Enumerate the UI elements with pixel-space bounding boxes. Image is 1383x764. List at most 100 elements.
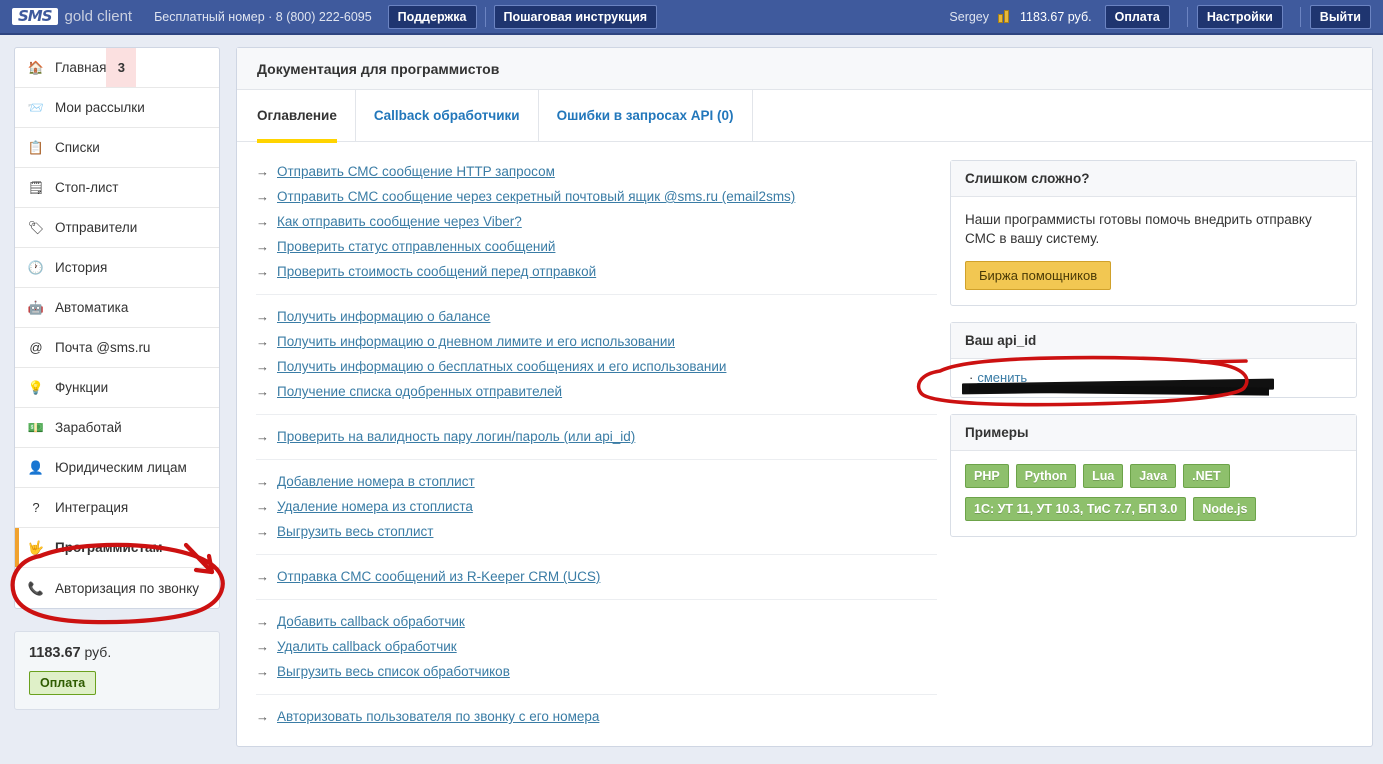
doc-link[interactable]: Получить информацию о бесплатных сообщен… [277, 359, 726, 374]
sidebar-item-12[interactable]: 🤟 Программистам [15, 528, 219, 568]
arrow-right-icon: → [256, 384, 269, 399]
money-icon: 💵 [27, 420, 45, 435]
doc-link[interactable]: Как отправить сообщение через Viber? [277, 214, 522, 229]
doc-link[interactable]: Отправить СМС сообщение HTTP запросом [277, 164, 555, 179]
tab-1[interactable]: Callback обработчики [356, 89, 539, 142]
sidebar-balance-amount: 1183.67 руб. [29, 644, 205, 661]
example-tag[interactable]: Java [1130, 464, 1177, 488]
mail-stack-icon: 📨 [27, 100, 45, 115]
sidebar-item-3[interactable]: 🗒 Стоп-лист [15, 168, 219, 208]
sidebar-item-label: Программистам [55, 540, 163, 555]
tab-2[interactable]: Ошибки в запросах API (0) [539, 89, 753, 142]
help-card-text: Наши программисты готовы помочь внедрить… [965, 212, 1312, 246]
support-button[interactable]: Поддержка [387, 4, 477, 29]
sidebar-item-7[interactable]: @ Почта @sms.ru [15, 328, 219, 368]
sidebar-item-9[interactable]: 💵 Заработай [15, 408, 219, 448]
doc-link[interactable]: Проверить на валидность пару логин/парол… [277, 429, 635, 444]
doc-link[interactable]: Удаление номера из стоплиста [277, 499, 473, 514]
header-account-area: Sergey 1183.67 руб. Оплата Настройки Вый… [949, 4, 1371, 29]
sidebar-item-6[interactable]: 🤖 Автоматика [15, 288, 219, 328]
link-group-5: → Добавить callback обработчик → Удалить ca… [256, 610, 937, 695]
doc-link[interactable]: Отправить СМС сообщение через секретный … [277, 189, 795, 204]
lightbulb-icon: 💡 [27, 380, 45, 395]
doc-link-row: → Удалить callback обработчик [256, 635, 937, 660]
example-tag[interactable]: 1C: УТ 11, УТ 10.3, ТиС 7.7, БП 3.0 [965, 497, 1187, 521]
sidebar-item-label: Списки [55, 140, 100, 155]
arrow-right-icon: → [256, 499, 269, 514]
doc-link[interactable]: Выгрузить весь список обработчиков [277, 664, 510, 679]
arrow-right-icon: → [256, 639, 269, 654]
sidebar-item-label: История [55, 260, 108, 275]
businessman-icon: 👤 [27, 460, 45, 475]
sidebar-item-8[interactable]: 💡 Функции [15, 368, 219, 408]
header-settings-button[interactable]: Настройки [1196, 4, 1283, 29]
sidebar-item-label: Главная [55, 60, 107, 75]
doc-link-row: → Отправить СМС сообщение HTTP запросом [256, 160, 937, 185]
doc-link[interactable]: Отправка СМС сообщений из R-Keeper CRM (… [277, 569, 600, 584]
sidebar-item-2[interactable]: 📋 Списки [15, 128, 219, 168]
home-icon: 🏠 [27, 60, 45, 75]
example-tag[interactable]: .NET [1183, 464, 1230, 488]
sidebar-item-label: Почта @sms.ru [55, 340, 151, 355]
doc-link[interactable]: Получить информацию о дневном лимите и е… [277, 334, 675, 349]
header-logout-button[interactable]: Выйти [1309, 4, 1371, 29]
doc-link-row: → Проверить статус отправленных сообщений [256, 235, 937, 260]
example-tag[interactable]: Python [1015, 464, 1077, 488]
example-tag[interactable]: Node.js [1193, 497, 1257, 521]
doc-link[interactable]: Добавление номера в стоплист [277, 474, 475, 489]
arrow-right-icon: → [256, 664, 269, 679]
free-phone-number: Бесплатный номер · 8 (800) 222-6095 [154, 9, 372, 24]
arrow-right-icon: → [256, 309, 269, 324]
sidebar-item-10[interactable]: 👤 Юридическим лицам [15, 448, 219, 488]
sidebar-item-4[interactable]: 🏷 Отправители [15, 208, 219, 248]
arrow-right-icon: → [256, 569, 269, 584]
sidebar-item-label: Авторизация по звонку [55, 580, 200, 596]
arrow-right-icon: → [256, 164, 269, 179]
sidebar-item-label: Юридическим лицам [55, 460, 187, 475]
apiid-card-title: Ваш api_id [951, 323, 1356, 359]
doc-link-row: → Отправить СМС сообщение через секретный… [256, 185, 937, 210]
header-divider-3 [1299, 6, 1301, 27]
sidebar-pay-button[interactable]: Оплата [29, 671, 97, 695]
doc-link[interactable]: Проверить статус отправленных сообщений [277, 239, 555, 254]
link-group-6: → Авторизовать пользователя по звонку с е… [256, 705, 937, 739]
doc-link[interactable]: Выгрузить весь стоплист [277, 524, 433, 539]
example-tag[interactable]: Lua [1083, 464, 1124, 488]
hand-icon: 🤟 [27, 540, 45, 555]
sidebar-item-1[interactable]: 📨 Мои рассылки [15, 88, 219, 128]
doc-link[interactable]: Получить информацию о балансе [277, 309, 490, 324]
arrow-right-icon: → [256, 429, 269, 444]
header-divider [484, 6, 486, 27]
sidebar-balance-value: 1183.67 [29, 645, 81, 661]
example-tag[interactable]: PHP [965, 464, 1009, 488]
doc-link[interactable]: Получение списка одобренных отправителей [277, 384, 562, 399]
arrow-right-icon: → [256, 709, 269, 724]
sidebar-balance-currency: руб. [84, 644, 112, 660]
sidebar-item-0[interactable]: 🏠 Главная 3 [15, 48, 219, 88]
doc-link[interactable]: Авторизовать пользователя по звонку с ег… [277, 709, 599, 724]
doc-link[interactable]: Удалить callback обработчик [277, 639, 457, 654]
sidebar-item-5[interactable]: 🕐 История [15, 248, 219, 288]
content-columns: → Отправить СМС сообщение HTTP запросом → О… [237, 142, 1372, 749]
arrow-right-icon: → [256, 189, 269, 204]
doc-link-row: → Удаление номера из стоплиста [256, 495, 937, 520]
header-pay-button[interactable]: Оплата [1104, 4, 1170, 29]
doc-link[interactable]: Проверить стоимость сообщений перед отпр… [277, 264, 596, 279]
doc-link-row: → Получить информацию о бесплатных сообще… [256, 355, 937, 380]
top-header-bar: SMS gold client Бесплатный номер · 8 (80… [0, 0, 1383, 35]
sidebar-item-11[interactable]: ? Интеграция [15, 488, 219, 528]
step-by-step-guide-button[interactable]: Пошаговая инструкция [493, 4, 658, 29]
sidebar-item-13[interactable]: 📞 Авторизация по звонку [15, 568, 219, 608]
helpers-exchange-button[interactable]: Биржа помощников [965, 261, 1112, 290]
header-divider-2 [1186, 6, 1188, 27]
doc-link[interactable]: Добавить callback обработчик [277, 614, 465, 629]
question-icon: ? [32, 500, 40, 515]
username-label[interactable]: Sergey [949, 10, 989, 24]
brand-logo[interactable]: SMS gold client [12, 8, 132, 25]
at-icon: @ [29, 340, 43, 355]
logo-sms-mark: SMS [12, 8, 58, 25]
arrow-right-icon: → [256, 474, 269, 489]
main-panel-header: Документация для программистов [237, 48, 1372, 90]
tab-0[interactable]: Оглавление [257, 89, 356, 143]
link-group-2: → Проверить на валидность пару логин/паро… [256, 425, 937, 460]
